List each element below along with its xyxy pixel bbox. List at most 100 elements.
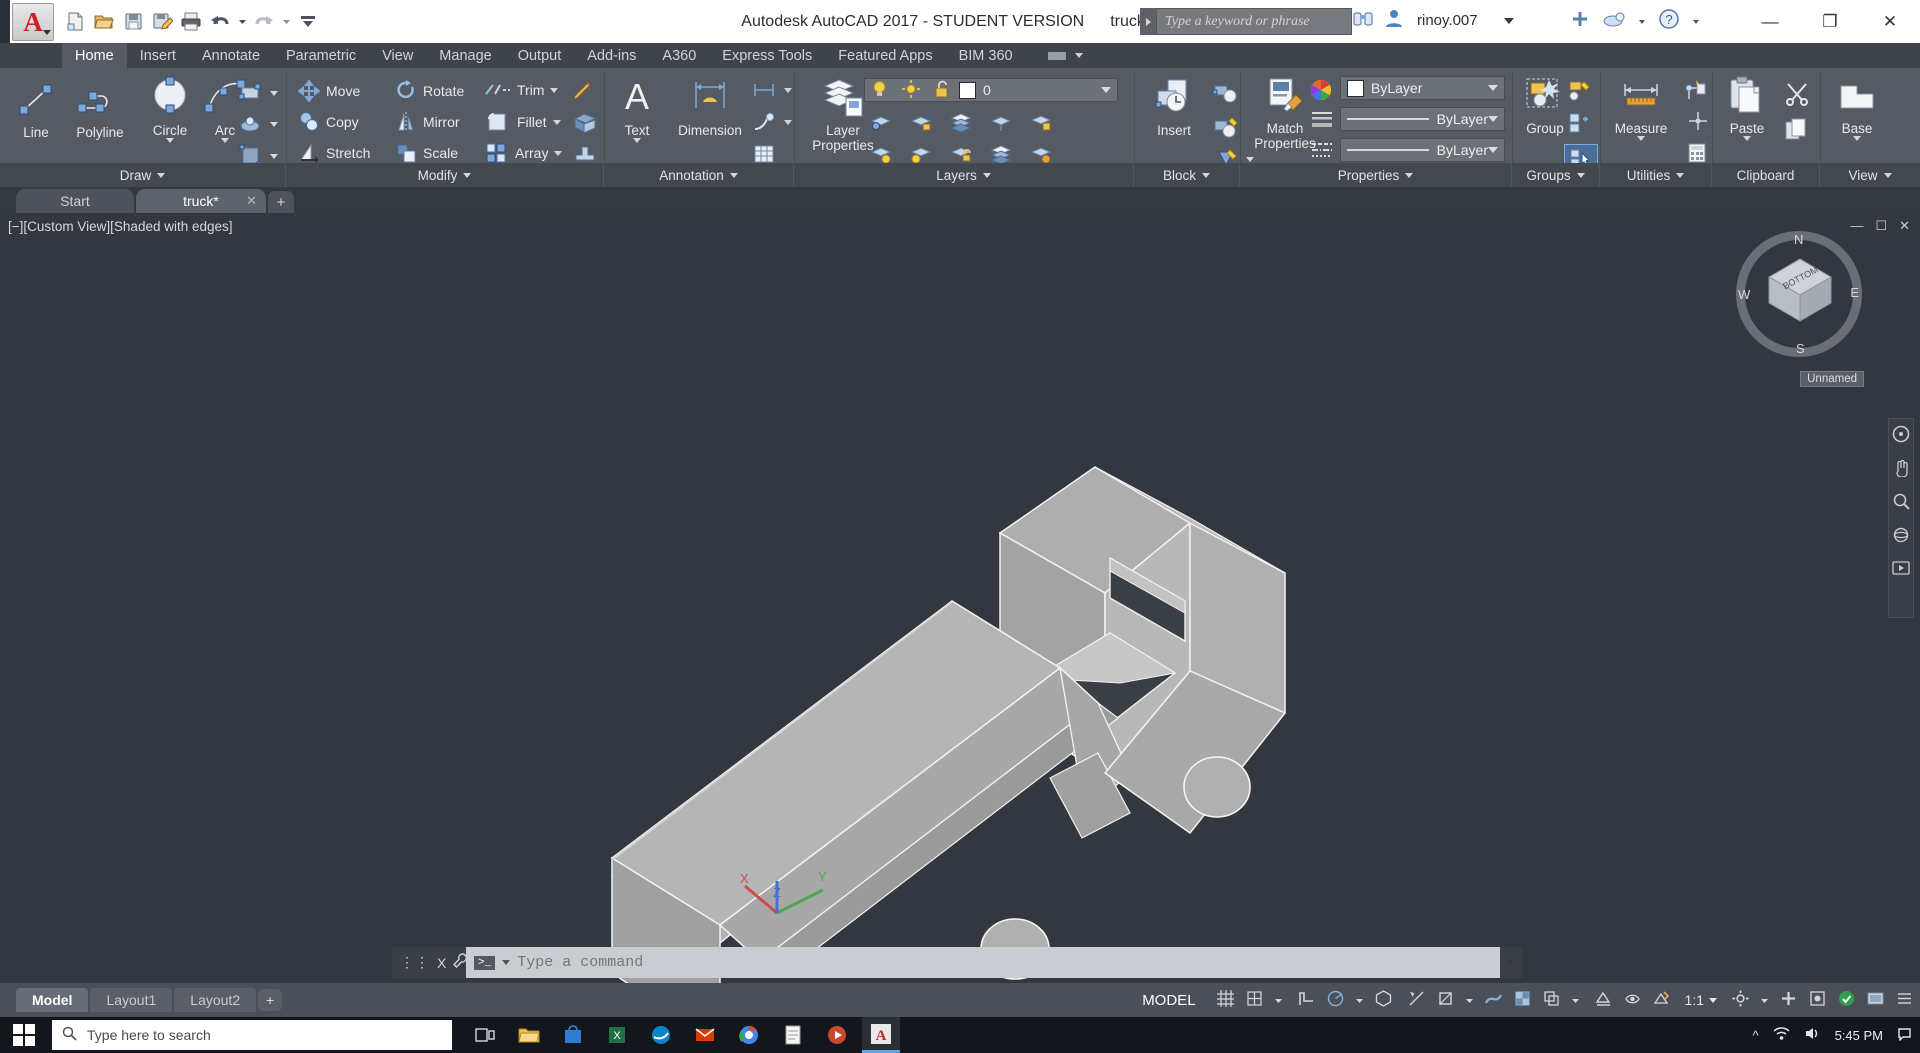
chevron-down-icon[interactable] (463, 172, 472, 178)
rectangle-chevron-down-icon[interactable] (270, 90, 278, 96)
drawing-viewport[interactable]: [−][Custom View][Shaded with edges] — ☐ … (0, 213, 1920, 983)
modify-array-button[interactable]: Array (485, 142, 563, 164)
layout-tab-layout2[interactable]: Layout2 (174, 988, 257, 1012)
close-icon[interactable]: ✕ (246, 193, 257, 209)
panel-label-groups[interactable]: Groups (1512, 163, 1600, 187)
annotation-scale-control[interactable]: 1:1 (1685, 992, 1717, 1008)
annotation-leader-button[interactable] (752, 112, 792, 132)
calculator-button[interactable] (1686, 142, 1708, 164)
hatch-chevron-down-icon[interactable] (270, 121, 278, 127)
command-chevron-down-icon[interactable] (502, 960, 511, 965)
command-close-icon[interactable]: X (437, 955, 446, 971)
annotation-table-button[interactable] (752, 144, 776, 164)
command-expand-icon[interactable] (1500, 958, 1522, 967)
workspace-gear-icon[interactable] (1731, 989, 1750, 1011)
block-insert-button[interactable]: Insert (1140, 76, 1208, 138)
ribbon-tab-bim360[interactable]: BIM 360 (946, 43, 1026, 68)
ribbon-tab-view[interactable]: View (369, 43, 426, 68)
ribbon-tab-express-tools[interactable]: Express Tools (709, 43, 825, 68)
hardware-acceleration-icon[interactable] (1837, 989, 1856, 1011)
grid-display-icon[interactable] (1216, 989, 1235, 1011)
linetype-chevron-down-icon[interactable] (1488, 116, 1498, 122)
search-box[interactable] (1156, 8, 1352, 35)
paste-button[interactable]: Paste (1716, 76, 1778, 141)
lineweight-display-icon[interactable] (1484, 989, 1503, 1011)
lineweight-chevron-down-icon[interactable] (1488, 147, 1498, 153)
undo-icon[interactable] (207, 8, 233, 34)
layer-merge-icon[interactable] (990, 112, 1012, 135)
chevron-down-icon[interactable] (1883, 172, 1892, 178)
start-button[interactable] (0, 1017, 48, 1053)
help-dropdown-icon[interactable] (1692, 13, 1700, 31)
chevron-down-icon[interactable] (729, 172, 738, 178)
customization-icon[interactable] (1895, 989, 1914, 1011)
clean-screen-icon[interactable] (1866, 989, 1885, 1011)
tray-expand-icon[interactable]: ^ (1752, 1028, 1758, 1043)
modify-rotate-button[interactable]: Rotate (395, 80, 464, 102)
notes-icon[interactable] (774, 1017, 812, 1053)
doc-tab-start[interactable]: Start (16, 189, 134, 213)
search-expand-icon[interactable] (1140, 8, 1156, 35)
ribbon-tab-a360[interactable]: A360 (649, 43, 709, 68)
arc-chevron-down-icon[interactable] (221, 138, 229, 143)
snap-chevron-down-icon[interactable] (1274, 992, 1283, 1008)
layer-lock-icon[interactable] (1030, 112, 1052, 135)
undo-dropdown-icon[interactable] (236, 8, 248, 34)
block-edit-chevron-down-icon[interactable] (1246, 156, 1254, 162)
array-chevron-down-icon[interactable] (554, 150, 563, 156)
volume-icon[interactable] (1804, 1026, 1821, 1044)
group-button[interactable]: Group (1516, 76, 1574, 136)
copy-clip-button[interactable] (1784, 118, 1810, 142)
save-file-icon[interactable] (120, 8, 146, 34)
store-icon[interactable] (554, 1017, 592, 1053)
modify-mirror-button[interactable]: Mirror (395, 111, 460, 133)
property-lineweight-combo[interactable]: ByLayer (1340, 138, 1505, 162)
model-paper-space-button[interactable]: MODEL (1142, 992, 1195, 1009)
modify-extrude-button[interactable] (572, 142, 598, 164)
paste-chevron-down-icon[interactable] (1743, 136, 1751, 141)
ribbon-tab-annotate[interactable]: Annotate (189, 43, 273, 68)
ortho-mode-icon[interactable] (1297, 989, 1316, 1011)
open-file-icon[interactable] (91, 8, 117, 34)
help-chevron-icon[interactable] (1638, 13, 1646, 31)
help-icon[interactable]: ? (1658, 8, 1680, 35)
command-input-area[interactable]: >_ (466, 947, 1500, 978)
draw-rectangle-button[interactable] (238, 82, 278, 104)
layer-state-toolbar[interactable]: 0 (864, 78, 1118, 102)
polar-tracking-icon[interactable] (1326, 989, 1345, 1011)
modify-trim-button[interactable]: Trim (485, 80, 559, 100)
cut-button[interactable] (1784, 82, 1810, 106)
browser-icon[interactable] (642, 1017, 680, 1053)
osnap-chevron-down-icon[interactable] (1465, 992, 1474, 1008)
layout-tab-model[interactable]: Model (16, 988, 89, 1012)
search-binoculars-icon[interactable] (1352, 9, 1374, 32)
redo-icon[interactable] (251, 8, 277, 34)
ribbon-tab-insert[interactable]: Insert (127, 43, 189, 68)
panel-label-annotation[interactable]: Annotation (604, 163, 794, 187)
panel-label-clipboard[interactable]: Clipboard (1712, 163, 1820, 187)
annotation-text-button[interactable]: A Text (610, 76, 664, 143)
scale-chevron-down-icon[interactable] (1709, 997, 1717, 1003)
selection-chevron-down-icon[interactable] (1571, 992, 1580, 1008)
measure-chevron-down-icon[interactable] (1637, 136, 1645, 141)
modify-edit-polyline-button[interactable] (572, 80, 598, 102)
chevron-down-icon[interactable] (1202, 172, 1210, 178)
ribbon-display-options[interactable] (1034, 43, 1096, 68)
property-color-icon[interactable] (1310, 79, 1332, 106)
modify-stretch-button[interactable]: Stretch (298, 142, 370, 164)
property-linetype-combo[interactable]: ByLayer (1340, 107, 1505, 131)
point-style-button[interactable] (1686, 110, 1710, 132)
orbit-icon[interactable] (1892, 526, 1910, 547)
ribbon-tab-manage[interactable]: Manage (426, 43, 504, 68)
text-chevron-down-icon[interactable] (633, 138, 641, 143)
annotation-monitor-icon[interactable] (1594, 989, 1613, 1011)
ribbon-tab-home[interactable]: Home (62, 43, 127, 68)
autoscale-icon[interactable] (1652, 989, 1671, 1011)
base-chevron-down-icon[interactable] (1853, 136, 1861, 141)
view-cube[interactable]: N W E S BOTTOM (1736, 231, 1862, 357)
region-chevron-down-icon[interactable] (270, 153, 278, 159)
network-icon[interactable] (1773, 1026, 1790, 1044)
workspace-chevron-down-icon[interactable] (1760, 992, 1769, 1008)
plot-icon[interactable] (178, 8, 204, 34)
lightbulb-icon[interactable] (871, 80, 888, 101)
